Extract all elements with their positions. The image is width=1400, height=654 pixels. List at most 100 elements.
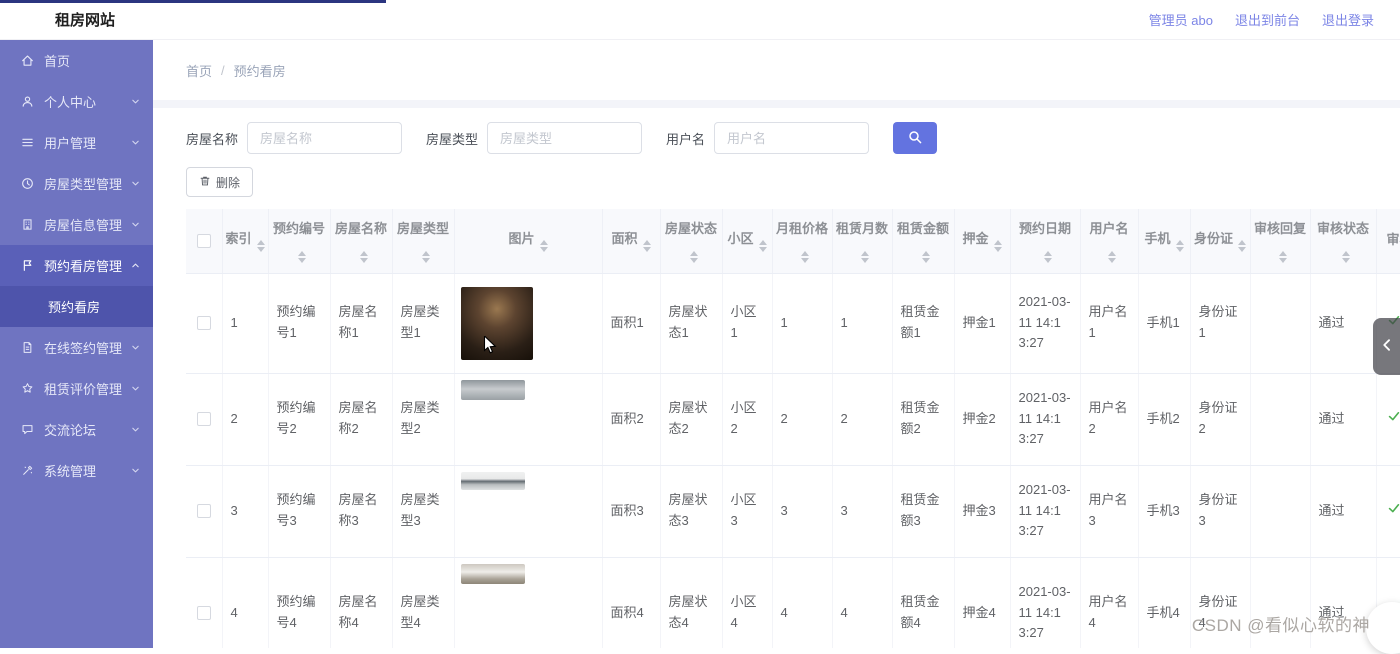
chevron-left-icon — [1379, 337, 1395, 356]
sidebar-item-label: 交流论坛 — [44, 420, 130, 439]
cell-monthly_rent: 4 — [772, 557, 832, 648]
sort-carets-icon[interactable] — [759, 240, 767, 252]
sidebar-item-house-info-mgmt[interactable]: 房屋信息管理 — [0, 204, 153, 245]
header-nav: 管理员 abo 退出到前台 退出登录 — [1149, 10, 1374, 29]
col-header-monthly_rent[interactable]: 月租价格 — [772, 209, 832, 273]
col-header-rent_months[interactable]: 租赁月数 — [832, 209, 892, 273]
col-label: 押金 — [962, 231, 988, 246]
row-checkbox[interactable] — [197, 316, 211, 330]
sort-carets-icon[interactable] — [422, 251, 430, 263]
sidebar-item-contract-mgmt[interactable]: 在线签约管理 — [0, 327, 153, 368]
col-header-rent_amount[interactable]: 租赁金额 — [892, 209, 954, 273]
col-header-booking_date[interactable]: 预约日期 — [1010, 209, 1080, 273]
header-link-exit-front[interactable]: 退出到前台 — [1235, 10, 1300, 29]
row-checkbox[interactable] — [197, 504, 211, 518]
chevron-down-icon — [130, 96, 141, 107]
collapse-panel-tab[interactable] — [1373, 318, 1400, 375]
col-header-username[interactable]: 用户名 — [1080, 209, 1138, 273]
admin-user-label[interactable]: 管理员 abo — [1149, 10, 1213, 29]
col-header-area[interactable]: 面积 — [602, 209, 660, 273]
app-title: 租房网站 — [55, 9, 115, 30]
cell-booking_date: 2021-03-11 14:13:27 — [1010, 373, 1080, 465]
col-header-index[interactable]: 索引 — [222, 209, 268, 273]
sort-carets-icon[interactable] — [540, 240, 548, 252]
delete-button[interactable]: 删除 — [186, 167, 253, 197]
col-label: 房屋名称 — [335, 221, 387, 236]
select-all-checkbox[interactable] — [197, 234, 211, 248]
sort-carets-icon[interactable] — [643, 240, 651, 252]
sidebar-subitem-booking-view[interactable]: 预约看房 — [0, 286, 153, 327]
sort-carets-icon[interactable] — [360, 251, 368, 263]
house-photo[interactable] — [461, 287, 533, 360]
sort-carets-icon[interactable] — [690, 251, 698, 263]
sidebar-item-system-mgmt[interactable]: 系统管理 — [0, 450, 153, 491]
col-header-community[interactable]: 小区 — [722, 209, 772, 273]
cell-index: 4 — [222, 557, 268, 648]
col-header-id_card[interactable]: 身份证 — [1190, 209, 1250, 273]
house-photo[interactable] — [461, 472, 525, 490]
breadcrumb-current: 预约看房 — [234, 61, 286, 80]
row-checkbox[interactable] — [197, 606, 211, 620]
cell-house_status: 房屋状态4 — [660, 557, 722, 648]
sidebar-item-label: 用户管理 — [44, 133, 130, 152]
col-header-house_status[interactable]: 房屋状态 — [660, 209, 722, 273]
sort-carets-icon[interactable] — [1044, 251, 1052, 263]
cell-area: 面积2 — [602, 373, 660, 465]
document-icon — [21, 341, 35, 355]
cell-username: 用户名4 — [1080, 557, 1138, 648]
house-type-input[interactable] — [487, 122, 642, 154]
sort-carets-icon[interactable] — [861, 251, 869, 263]
sidebar-item-house-type-mgmt[interactable]: 房屋类型管理 — [0, 163, 153, 204]
sort-carets-icon[interactable] — [257, 240, 265, 252]
sidebar-item-forum[interactable]: 交流论坛 — [0, 409, 153, 450]
sort-carets-icon[interactable] — [801, 251, 809, 263]
sort-carets-icon[interactable] — [1176, 240, 1184, 252]
sidebar-item-profile[interactable]: 个人中心 — [0, 81, 153, 122]
sidebar-item-user-mgmt[interactable]: 用户管理 — [0, 122, 153, 163]
sort-carets-icon[interactable] — [1108, 251, 1116, 263]
col-header-review_status[interactable]: 审核状态 — [1310, 209, 1376, 273]
sidebar-item-booking-mgmt[interactable]: 预约看房管理 — [0, 245, 153, 286]
search-form: 房屋名称房屋类型用户名 — [186, 122, 1400, 154]
col-header-phone[interactable]: 手机 — [1138, 209, 1190, 273]
col-header-deposit[interactable]: 押金 — [954, 209, 1010, 273]
sidebar-item-home[interactable]: 首页 — [0, 40, 153, 81]
row-checkbox[interactable] — [197, 412, 211, 426]
cell-username: 用户名1 — [1080, 273, 1138, 373]
col-label: 审核回复 — [1254, 221, 1306, 236]
chevron-down-icon — [130, 178, 141, 189]
col-header-review_reply[interactable]: 审核回复 — [1250, 209, 1310, 273]
approve-check-icon[interactable] — [1387, 409, 1400, 423]
col-header-booking_no[interactable]: 预约编号 — [268, 209, 330, 273]
username-input[interactable] — [714, 122, 869, 154]
house-photo[interactable] — [461, 564, 525, 584]
cell-rent_months: 3 — [832, 465, 892, 557]
cell-house_status: 房屋状态2 — [660, 373, 722, 465]
cell-area: 面积3 — [602, 465, 660, 557]
house-photo[interactable] — [461, 380, 525, 400]
col-header-house_type[interactable]: 房屋类型 — [392, 209, 454, 273]
col-header-house_name[interactable]: 房屋名称 — [330, 209, 392, 273]
sort-carets-icon[interactable] — [1279, 251, 1287, 263]
sort-carets-icon[interactable] — [1342, 251, 1350, 263]
house-name-input[interactable] — [247, 122, 402, 154]
sort-carets-icon[interactable] — [922, 251, 930, 263]
app-header: 租房网站 管理员 abo 退出到前台 退出登录 — [0, 0, 1400, 40]
breadcrumb-home[interactable]: 首页 — [186, 61, 212, 80]
list-icon — [21, 136, 35, 150]
table-body: 1预约编号1房屋名称1房屋类型1面积1房屋状态1小区111租赁金额1押金1202… — [186, 273, 1400, 648]
sidebar-item-label: 预约看房管理 — [44, 256, 130, 275]
sidebar-item-review-mgmt[interactable]: 租赁评价管理 — [0, 368, 153, 409]
clock-icon — [21, 177, 35, 191]
cell-rent_months: 1 — [832, 273, 892, 373]
magnifier-icon — [908, 130, 922, 147]
cell-booking_no: 预约编号1 — [268, 273, 330, 373]
col-label: 索引 — [226, 231, 252, 246]
sort-carets-icon[interactable] — [994, 240, 1002, 252]
sort-carets-icon[interactable] — [298, 251, 306, 263]
col-header-image[interactable]: 图片 — [454, 209, 602, 273]
search-button[interactable] — [893, 122, 937, 154]
approve-check-icon[interactable] — [1387, 501, 1400, 515]
sort-carets-icon[interactable] — [1238, 240, 1246, 252]
header-link-logout[interactable]: 退出登录 — [1322, 10, 1374, 29]
